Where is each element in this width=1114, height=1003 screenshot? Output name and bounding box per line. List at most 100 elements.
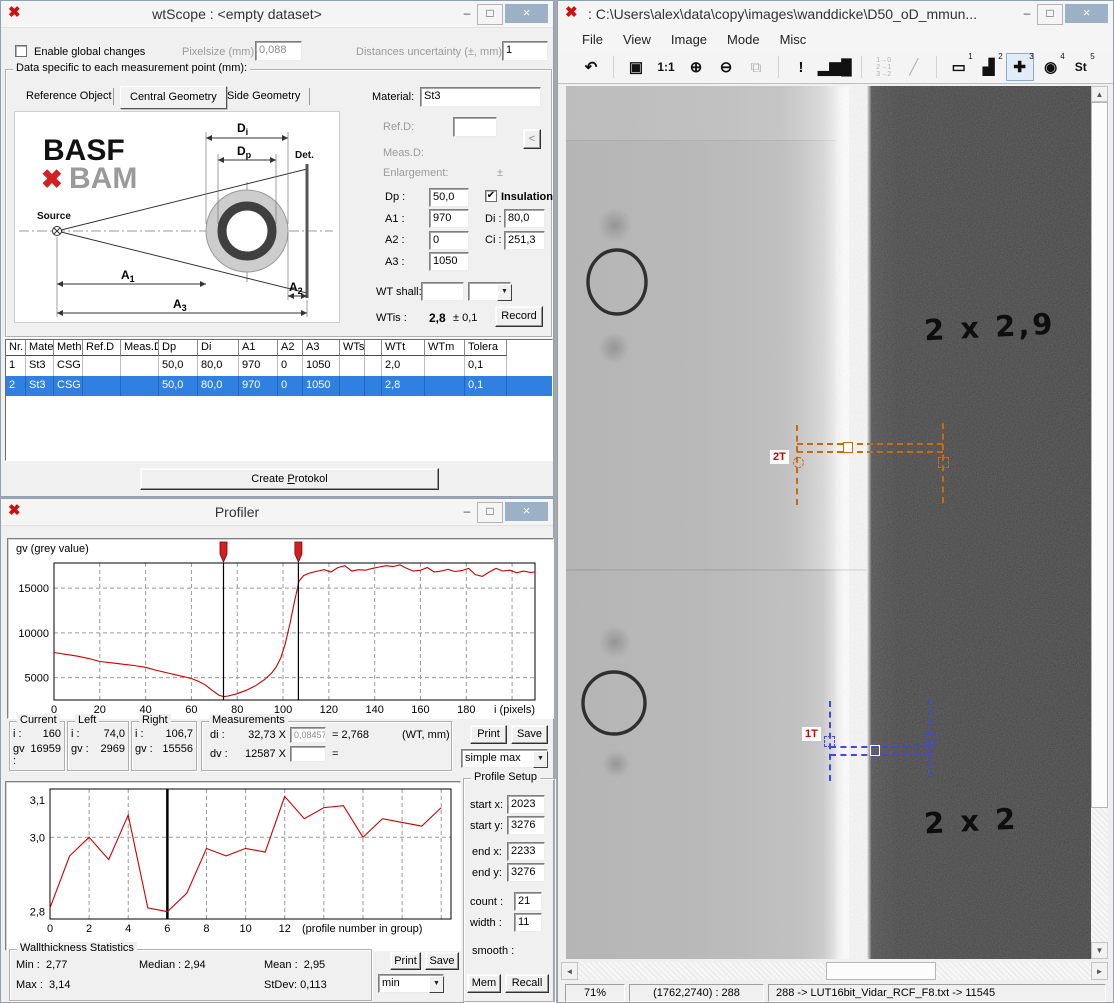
close-button[interactable]: × bbox=[1065, 4, 1108, 23]
endy-input[interactable]: 3276 bbox=[507, 863, 545, 882]
stats-print-button[interactable]: Print bbox=[390, 952, 421, 970]
pixelsize-input[interactable]: 0,088 bbox=[255, 41, 302, 61]
maximize-button[interactable]: □ bbox=[477, 4, 503, 25]
insulation-checkbox[interactable]: ✔ bbox=[485, 190, 497, 202]
table-row[interactable]: 1St3CSG50,080,0970010502,00,1 bbox=[6, 356, 552, 376]
undo-icon[interactable]: ↶ bbox=[578, 54, 604, 80]
tab-side-geometry[interactable]: Side Geometry bbox=[218, 86, 309, 107]
table-header-cell[interactable]: WTsh bbox=[340, 340, 365, 356]
marker-2t-mid-handle[interactable] bbox=[843, 442, 853, 453]
one-to-one-icon[interactable]: 1:1 bbox=[653, 54, 679, 80]
distance-uncertainty-input[interactable]: 1 bbox=[502, 41, 548, 61]
tab-central-geometry[interactable]: Central Geometry bbox=[120, 86, 227, 109]
marker-2t-bottom-line[interactable] bbox=[797, 451, 943, 453]
refd-input[interactable] bbox=[453, 117, 497, 137]
table-header-cell[interactable]: Meas.D bbox=[121, 340, 159, 356]
table-header-cell[interactable]: WTm bbox=[425, 340, 465, 356]
vertical-scroll-thumb[interactable] bbox=[1091, 102, 1108, 808]
marker-2t-left-handle[interactable] bbox=[793, 457, 804, 468]
table-header-cell[interactable]: A3 bbox=[303, 340, 340, 356]
detect-mode-combo-arrow-icon[interactable]: ▼ bbox=[533, 751, 548, 768]
tool-circle-icon[interactable]: ◉4 bbox=[1038, 54, 1064, 80]
ci-input[interactable]: 251,3 bbox=[504, 231, 545, 250]
measurement-table[interactable]: Nr.MaterMethoRef.DMeas.DDpDiA1A2A3WTsh WT… bbox=[5, 339, 553, 461]
table-header-cell[interactable]: A2 bbox=[278, 340, 303, 356]
horizontal-scrollbar[interactable]: ◄ ► bbox=[561, 962, 1108, 980]
a3-input[interactable]: 1050 bbox=[429, 252, 469, 271]
a2-input[interactable]: 0 bbox=[429, 231, 469, 250]
menu-misc[interactable]: Misc bbox=[770, 29, 817, 51]
starty-input[interactable]: 3276 bbox=[507, 816, 545, 835]
startx-input[interactable]: 2023 bbox=[507, 795, 545, 814]
group-chart-panel[interactable]: 0246810123,13,02,8(profile number in gro… bbox=[5, 781, 461, 951]
vertical-scrollbar[interactable]: ▲ ▼ bbox=[1091, 86, 1108, 959]
horizontal-scroll-thumb[interactable] bbox=[826, 962, 936, 980]
table-header-cell[interactable]: Ref.D bbox=[83, 340, 121, 356]
a1-input[interactable]: 970 bbox=[429, 209, 469, 228]
table-header-cell[interactable]: Di bbox=[198, 340, 239, 356]
marker-1t-right-handle[interactable] bbox=[925, 734, 936, 745]
table-row[interactable]: 2St3CSG50,080,0970010502,80,1 bbox=[6, 376, 552, 396]
table-header-cell[interactable]: Tolera bbox=[465, 340, 507, 356]
back-button[interactable]: < bbox=[523, 129, 541, 149]
marker-1t-left-handle[interactable] bbox=[824, 736, 835, 747]
stats-save-button[interactable]: Save bbox=[425, 952, 459, 970]
exclamation-icon[interactable]: ! bbox=[788, 54, 814, 80]
print-button[interactable]: Print bbox=[470, 725, 507, 744]
save-button[interactable]: Save bbox=[511, 725, 548, 744]
tool-measure-icon[interactable]: ✚3 bbox=[1006, 53, 1034, 81]
mem-button[interactable]: Mem bbox=[467, 974, 501, 993]
scroll-left-icon[interactable]: ◄ bbox=[561, 962, 578, 980]
wtshall-input[interactable] bbox=[421, 282, 464, 301]
menu-view[interactable]: View bbox=[613, 29, 661, 51]
profile-chart[interactable]: 02040608010012014016018050001000015000i … bbox=[8, 539, 551, 716]
table-header-cell[interactable]: WTt bbox=[382, 340, 425, 356]
di-input[interactable]: 80,0 bbox=[504, 209, 545, 228]
marker-2t-top-line[interactable] bbox=[797, 443, 943, 445]
width-input[interactable]: 11 bbox=[514, 913, 542, 932]
marker-1t-bottom-line[interactable] bbox=[830, 754, 930, 756]
marker-2t-right-handle[interactable] bbox=[938, 457, 949, 468]
menu-image[interactable]: Image bbox=[661, 29, 717, 51]
duplicate-window-icon[interactable]: ⧉ bbox=[743, 54, 769, 80]
close-button[interactable]: × bbox=[505, 4, 548, 23]
record-button[interactable]: Record bbox=[495, 306, 543, 327]
marker-1t-mid-handle[interactable] bbox=[870, 745, 880, 756]
tab-reference-object[interactable]: Reference Object bbox=[17, 86, 121, 107]
menu-mode[interactable]: Mode bbox=[717, 29, 770, 51]
minimize-button[interactable]: – bbox=[1015, 4, 1039, 23]
table-header-cell[interactable]: A1 bbox=[239, 340, 278, 356]
marker-1t-label[interactable]: 1T bbox=[802, 727, 821, 741]
vertical-scroll-track[interactable] bbox=[1091, 808, 1108, 942]
table-header-cell[interactable] bbox=[365, 340, 382, 356]
material-input[interactable]: St3 bbox=[420, 87, 541, 107]
profile-chart-panel[interactable]: gv (grey value) 020406080100120140160180… bbox=[7, 538, 554, 719]
dp-input[interactable]: 50,0 bbox=[429, 188, 469, 207]
close-button[interactable]: × bbox=[505, 502, 548, 521]
wtshall-combo-arrow-icon[interactable]: ▼ bbox=[497, 284, 512, 301]
histogram-icon[interactable]: ▂▆█ bbox=[818, 54, 852, 80]
marker-1t-top-line[interactable] bbox=[830, 746, 930, 748]
count-input[interactable]: 21 bbox=[514, 892, 542, 911]
fit-window-icon[interactable]: ▣ bbox=[623, 54, 649, 80]
table-header-cell[interactable]: Nr. bbox=[6, 340, 26, 356]
radiograph-image[interactable]: 2 x 2,9 2 x 2 2T 1T bbox=[566, 86, 1091, 959]
enable-global-checkbox[interactable] bbox=[15, 45, 27, 57]
maximize-button[interactable]: □ bbox=[477, 502, 503, 523]
menu-file[interactable]: File bbox=[572, 29, 613, 51]
stats-mode-combo-arrow-icon[interactable]: ▼ bbox=[429, 976, 444, 993]
tool-st-icon[interactable]: St5 bbox=[1068, 54, 1094, 80]
zoom-out-icon[interactable]: ⊖ bbox=[713, 54, 739, 80]
endx-input[interactable]: 2233 bbox=[507, 842, 545, 861]
tool-histogram-icon[interactable]: ▟2 bbox=[976, 54, 1002, 80]
dv-factor-input[interactable] bbox=[290, 746, 326, 762]
marker-2t-label[interactable]: 2T bbox=[770, 450, 789, 464]
scroll-down-icon[interactable]: ▼ bbox=[1091, 942, 1108, 959]
lut-line-icon[interactable]: ╱ bbox=[901, 54, 927, 80]
zoom-in-icon[interactable]: ⊕ bbox=[683, 54, 709, 80]
minimize-button[interactable]: – bbox=[455, 4, 479, 23]
table-header-cell[interactable]: Mater bbox=[26, 340, 54, 356]
table-header-cell[interactable]: Metho bbox=[54, 340, 83, 356]
pixelsize-factor-input[interactable]: 0,08457 bbox=[290, 727, 326, 743]
table-header-cell[interactable]: Dp bbox=[159, 340, 198, 356]
